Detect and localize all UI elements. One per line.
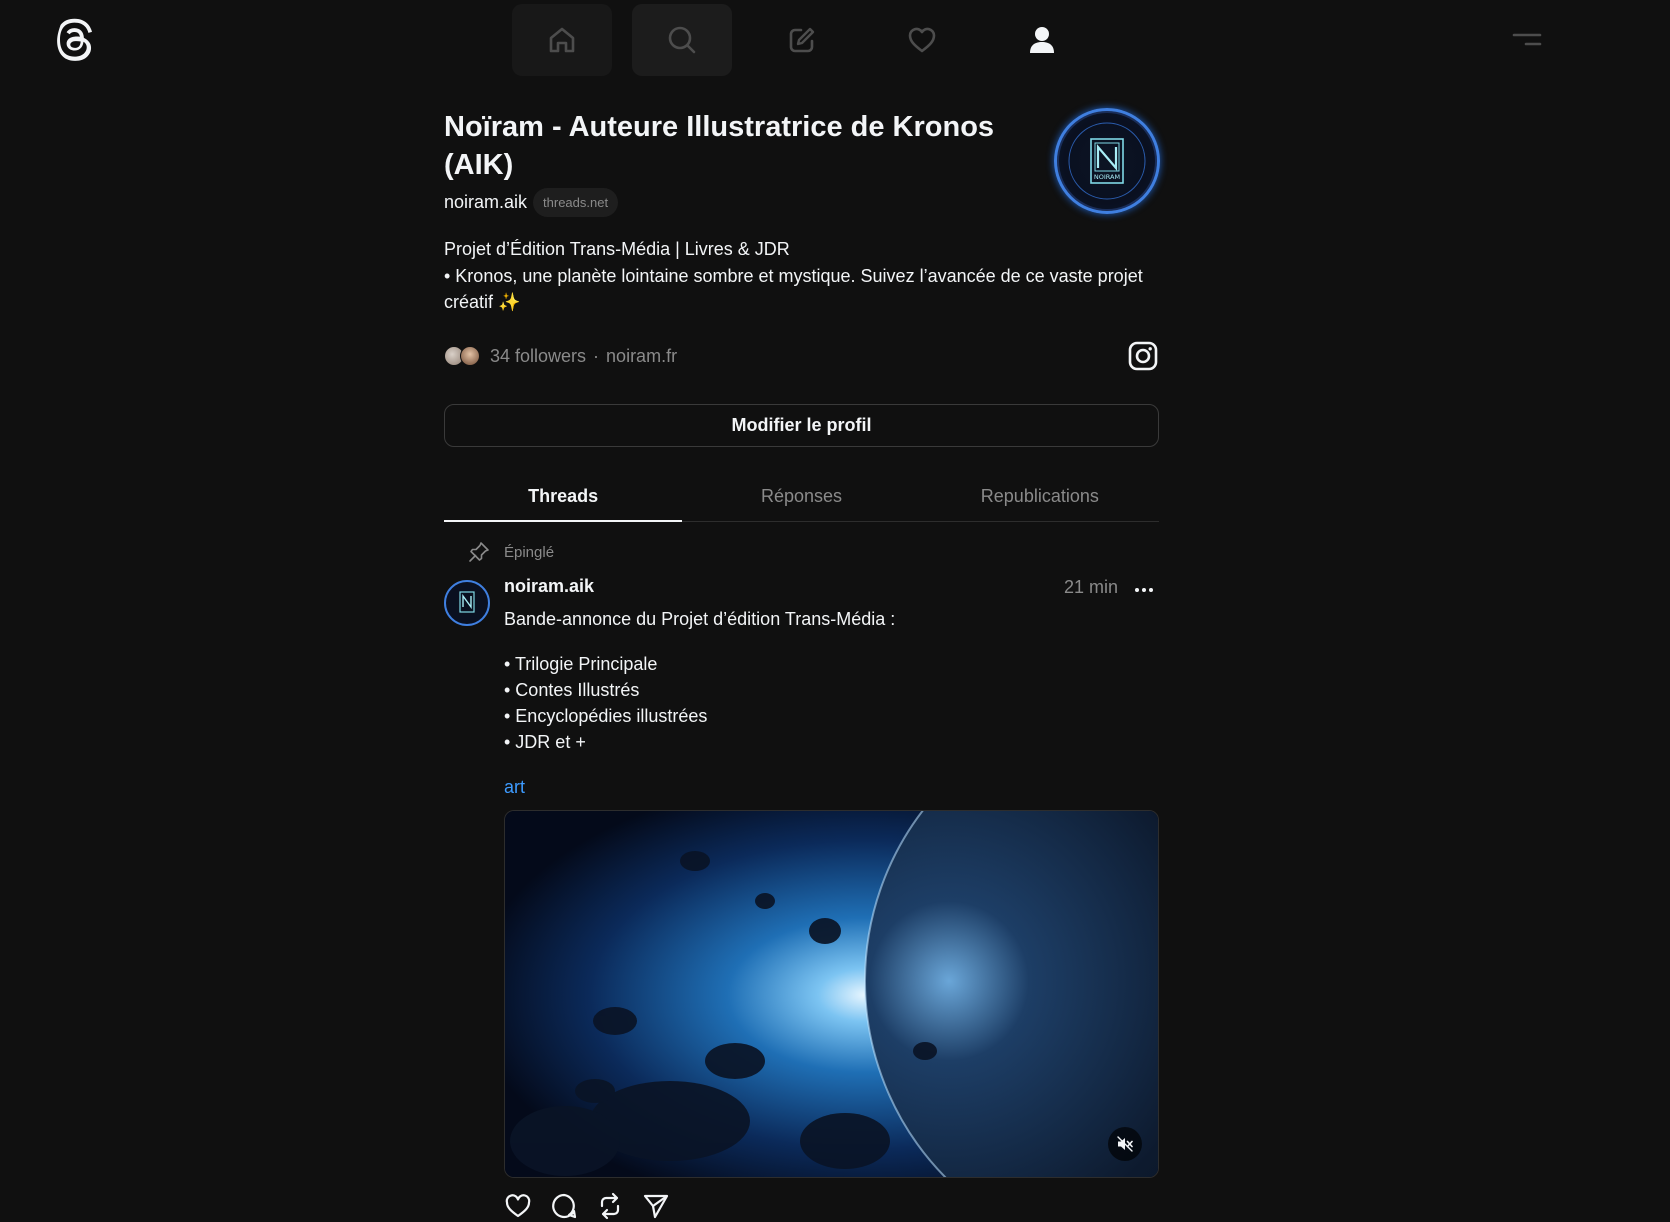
stats-row: 34 followers · noiram.fr	[444, 340, 1159, 372]
share-send-icon[interactable]	[642, 1192, 670, 1220]
comment-icon[interactable]	[550, 1192, 578, 1220]
followers-count[interactable]: 34 followers	[490, 346, 586, 367]
website-link[interactable]: noiram.fr	[606, 346, 677, 367]
tab-replies[interactable]: Réponses	[682, 472, 920, 521]
handle-row: noiram.aik threads.net	[444, 187, 619, 217]
main-nav	[512, 4, 1112, 76]
topic-tag-link[interactable]: art	[504, 774, 1154, 800]
post-author[interactable]: noiram.aik	[504, 576, 594, 597]
follower-avatar	[460, 346, 480, 366]
post-actions	[504, 1192, 688, 1222]
post-bullet: • JDR et +	[504, 732, 586, 752]
tab-threads[interactable]: Threads	[444, 472, 683, 522]
more-options-icon[interactable]	[1132, 580, 1156, 600]
mute-toggle-button[interactable]	[1108, 1127, 1142, 1161]
post-body: Bande-annonce du Projet d’édition Trans-…	[504, 606, 1154, 800]
profile-bio: Projet d’Édition Trans-Média | Livres & …	[444, 236, 1144, 316]
nav-profile[interactable]	[992, 4, 1092, 76]
nav-home[interactable]	[512, 4, 612, 76]
pinned-label: Épinglé	[504, 543, 555, 561]
nav-search[interactable]	[632, 4, 732, 76]
pinned-indicator: Épinglé	[468, 538, 554, 566]
post-author-avatar[interactable]	[444, 580, 490, 626]
post-video[interactable]	[504, 810, 1159, 1178]
profile-icon	[1030, 27, 1054, 53]
search-icon	[668, 26, 696, 54]
pin-icon	[469, 542, 489, 562]
post-bullet: • Encyclopédies illustrées	[504, 706, 708, 726]
edit-profile-button[interactable]: Modifier le profil	[444, 404, 1159, 447]
activity-heart-icon	[908, 27, 936, 53]
noiram-logo-icon	[459, 591, 475, 613]
repost-icon[interactable]	[596, 1192, 624, 1220]
threads-logo-icon[interactable]	[56, 18, 96, 62]
profile-name: Noïram - Auteure Illustratrice de Kronos…	[444, 111, 995, 181]
nav-compose[interactable]	[752, 4, 852, 76]
post-bullet: • Contes Illustrés	[504, 680, 640, 700]
bio-line-1: Projet d’Édition Trans-Média | Livres & …	[444, 239, 790, 259]
avatar-text: NOIRAM	[1094, 173, 1120, 181]
bio-line-2: • Kronos, une planète lointaine sombre e…	[444, 265, 1143, 313]
muted-speaker-icon	[1117, 1136, 1133, 1152]
post-timestamp[interactable]: 21 min	[1064, 577, 1118, 598]
tab-reposts[interactable]: Republications	[921, 472, 1159, 521]
home-icon	[549, 27, 575, 53]
noiram-logo-icon: NOIRAM	[1068, 122, 1146, 200]
post-intro: Bande-annonce du Projet d’édition Trans-…	[504, 609, 896, 629]
nav-activity[interactable]	[872, 4, 972, 76]
compose-icon	[789, 27, 815, 53]
profile-handle: noiram.aik	[444, 191, 528, 212]
follower-avatars[interactable]	[444, 344, 484, 368]
separator-dot: ·	[593, 345, 600, 366]
profile-tabs: Threads Réponses Republications	[444, 472, 1159, 522]
instagram-icon[interactable]	[1127, 340, 1159, 372]
like-heart-icon[interactable]	[504, 1192, 532, 1220]
domain-badge[interactable]: threads.net	[533, 187, 619, 217]
space-scene-image	[505, 811, 1158, 1177]
profile-avatar[interactable]: NOIRAM	[1054, 108, 1160, 214]
top-bar	[0, 0, 1670, 80]
menu-icon[interactable]	[1512, 28, 1542, 52]
post-bullet: • Trilogie Principale	[504, 654, 658, 674]
